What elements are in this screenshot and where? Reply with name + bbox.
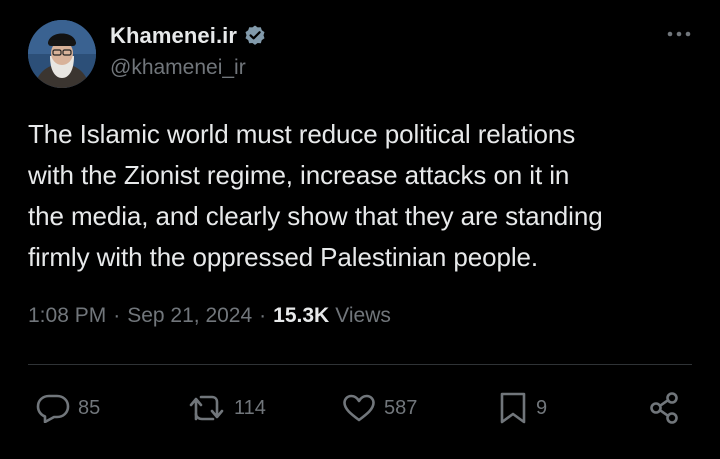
like-count: 587 xyxy=(384,396,418,419)
share-icon xyxy=(648,391,682,425)
retweet-button[interactable]: 114 xyxy=(188,388,266,428)
reply-count: 85 xyxy=(78,396,101,419)
heart-icon xyxy=(342,393,376,423)
bookmark-icon xyxy=(498,391,528,425)
retweet-icon xyxy=(188,393,226,423)
action-bar: 85 114 587 9 xyxy=(0,388,720,428)
verified-badge-icon[interactable] xyxy=(243,24,267,48)
bookmark-button[interactable]: 9 xyxy=(498,388,547,428)
author-name-row: Khamenei.ir xyxy=(110,22,267,50)
like-button[interactable]: 587 xyxy=(342,388,417,428)
reply-icon xyxy=(36,393,70,423)
tweet-time[interactable]: 1:08 PM xyxy=(28,304,106,328)
share-button[interactable] xyxy=(648,388,682,428)
bookmark-count: 9 xyxy=(536,396,548,419)
author-display-name[interactable]: Khamenei.ir xyxy=(110,23,237,49)
tweet-date[interactable]: Sep 21, 2024 xyxy=(127,304,252,328)
author-handle[interactable]: @khamenei_ir xyxy=(110,56,246,80)
views-count[interactable]: 15.3K xyxy=(273,304,329,328)
meta-separator: · xyxy=(259,304,267,327)
meta-separator: · xyxy=(113,304,121,327)
views-label[interactable]: Views xyxy=(335,304,391,328)
more-dots-icon[interactable] xyxy=(664,24,694,44)
reply-button[interactable]: 85 xyxy=(36,388,100,428)
retweet-count: 114 xyxy=(234,396,266,419)
tweet-card: Khamenei.ir @khamenei_ir The Islamic wor… xyxy=(0,0,720,459)
divider xyxy=(28,364,692,365)
tweet-meta: 1:08 PM · Sep 21, 2024 · 15.3K Views xyxy=(28,304,391,328)
avatar[interactable] xyxy=(28,20,96,88)
tweet-text: The Islamic world must reduce political … xyxy=(28,119,603,272)
